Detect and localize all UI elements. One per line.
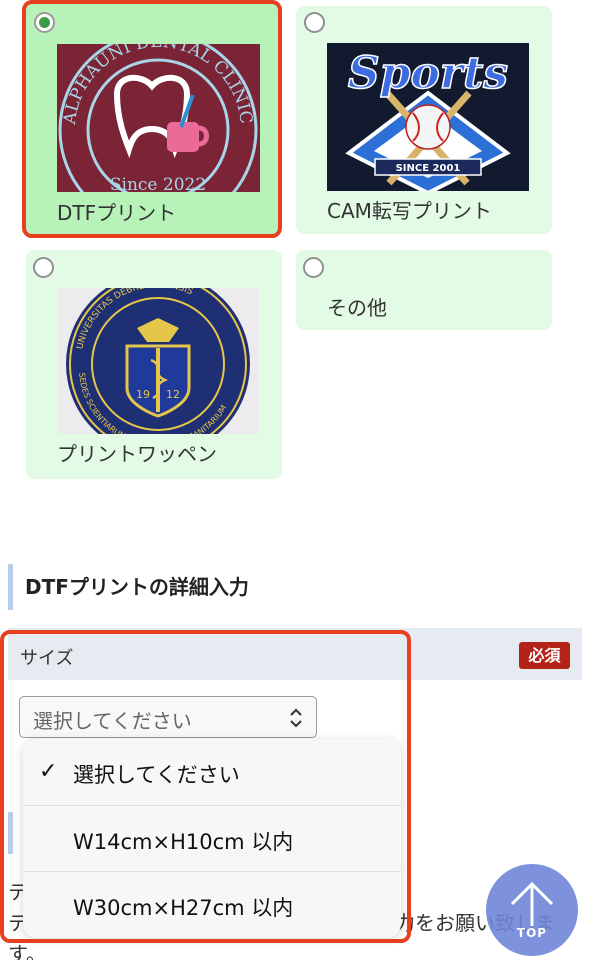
- checkmark-icon: ✓: [39, 759, 58, 784]
- size-field-header: [8, 628, 582, 680]
- chevron-updown-icon: [288, 707, 304, 733]
- required-badge: 必須: [519, 642, 570, 669]
- dropdown-option-label: W14cm×H10cm 以内: [73, 830, 294, 854]
- university-seal-logo: UNIVERSITAS DEBRECENIENSIS SEDES SCIENTI…: [57, 288, 259, 434]
- dropdown-option-w30[interactable]: W30cm×H27cm 以内: [23, 871, 401, 937]
- body-text-line3: す。: [8, 942, 46, 960]
- svg-text:Since 2022: Since 2022: [110, 175, 206, 192]
- sports-logo: Sports SINCE 2001: [327, 43, 529, 191]
- option-card-other[interactable]: その他: [296, 250, 552, 330]
- option-card-patch[interactable]: UNIVERSITAS DEBRECENIENSIS SEDES SCIENTI…: [26, 250, 282, 479]
- option-card-cam[interactable]: Sports SINCE 2001 CAM転写プリント: [296, 6, 552, 234]
- option-label-patch: プリントワッペン: [57, 442, 217, 466]
- radio-cam[interactable]: [304, 12, 325, 33]
- radio-dtf[interactable]: [34, 12, 55, 33]
- size-field-label: サイズ: [20, 648, 74, 669]
- svg-text:SINCE 2001: SINCE 2001: [396, 163, 461, 174]
- back-to-top-label: TOP: [516, 926, 548, 940]
- dropdown-option-label: 選択してください: [73, 763, 240, 787]
- radio-other[interactable]: [303, 257, 324, 278]
- option-label-other: その他: [327, 296, 387, 320]
- svg-text:19: 19: [136, 388, 150, 401]
- radio-patch[interactable]: [33, 257, 54, 278]
- option-card-dtf[interactable]: ALPHAUNI DENTAL CLINIC Since 2022 DTFプリン…: [22, 0, 282, 238]
- option-label-cam: CAM転写プリント: [327, 199, 492, 223]
- size-select[interactable]: 選択してください: [19, 696, 317, 738]
- size-dropdown-menu: ✓ 選択してください W14cm×H10cm 以内 W30cm×H27cm 以内: [23, 739, 401, 938]
- dental-clinic-logo: ALPHAUNI DENTAL CLINIC Since 2022: [57, 44, 260, 192]
- section-title: DTFプリントの詳細入力: [8, 564, 249, 610]
- svg-text:Sports: Sports: [348, 48, 508, 99]
- svg-text:12: 12: [166, 388, 180, 401]
- dropdown-option-w14[interactable]: W14cm×H10cm 以内: [23, 805, 401, 871]
- option-label-dtf: DTFプリント: [57, 201, 177, 225]
- size-select-value: 選択してください: [33, 709, 192, 733]
- back-to-top-button[interactable]: TOP: [486, 864, 578, 956]
- section-marker: [8, 812, 13, 854]
- dropdown-option-label: W30cm×H27cm 以内: [73, 896, 294, 920]
- dropdown-option-placeholder[interactable]: ✓ 選択してください: [23, 739, 401, 805]
- arrow-up-icon: [510, 881, 554, 926]
